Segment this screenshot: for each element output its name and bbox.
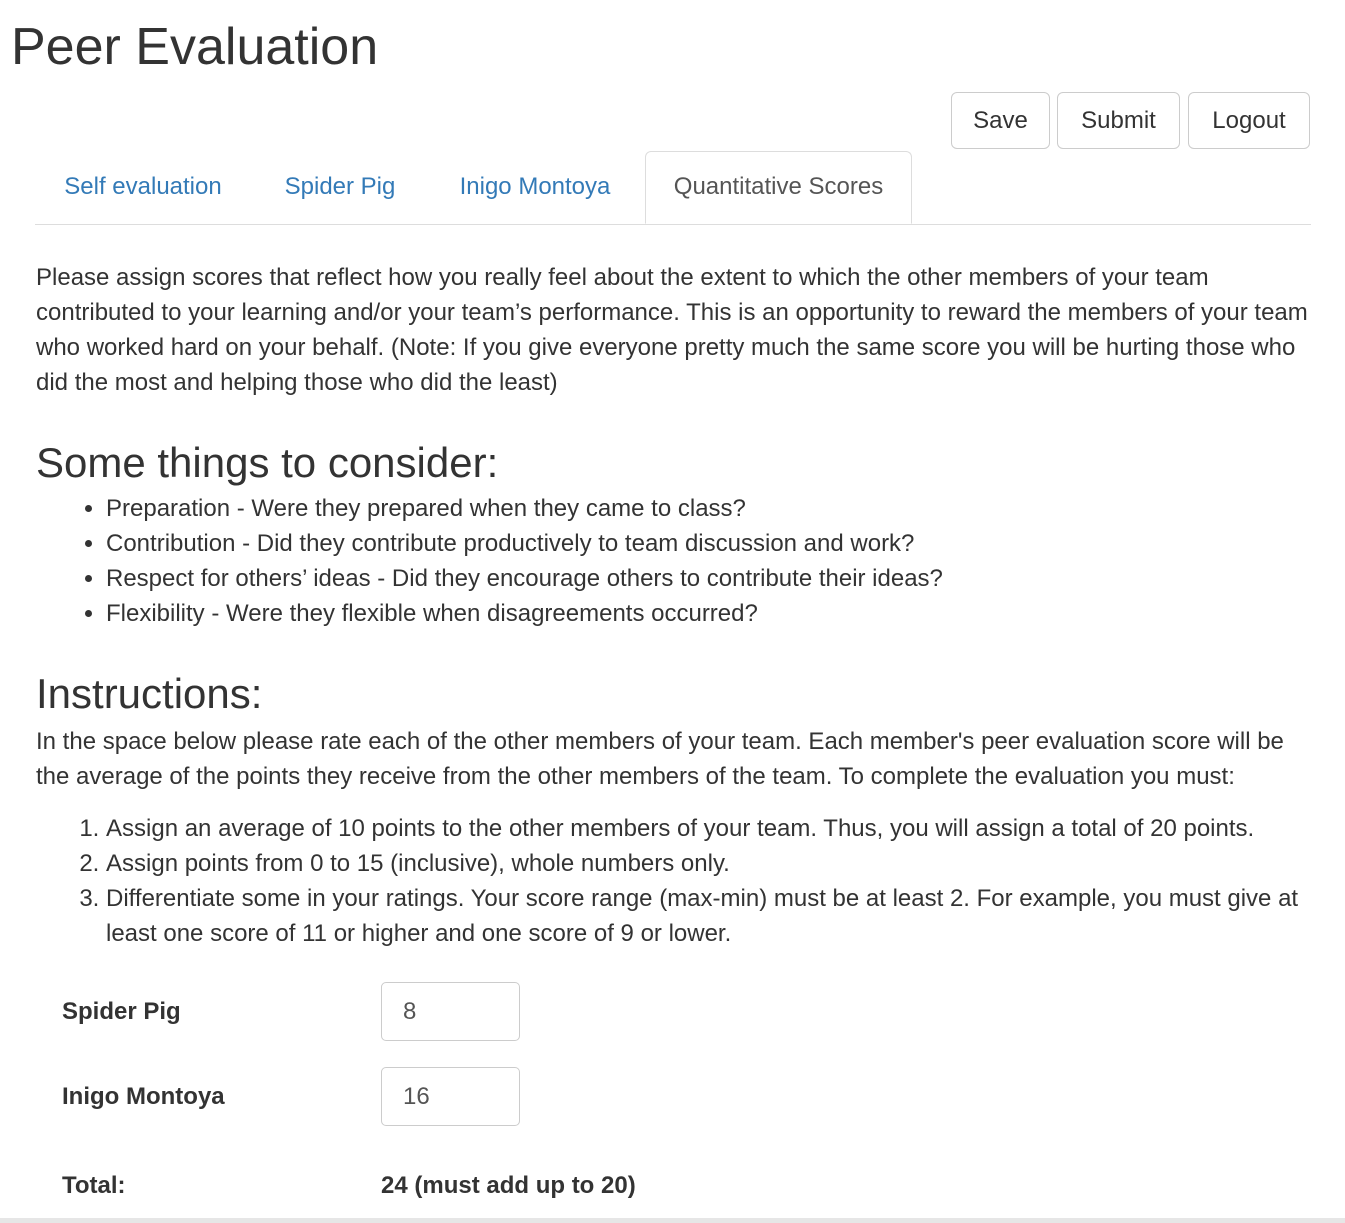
score-label-spider-pig: Spider Pig — [62, 998, 181, 1025]
tab-self-evaluation[interactable]: Self evaluation — [35, 151, 251, 223]
score-row-inigo-montoya: Inigo Montoya — [62, 1067, 662, 1126]
tab-quantitative-scores[interactable]: Quantitative Scores — [645, 151, 912, 224]
bottom-divider — [0, 1218, 1345, 1223]
consider-heading: Some things to consider: — [36, 439, 499, 486]
instructions-heading: Instructions: — [36, 670, 263, 717]
total-label: Total: — [62, 1172, 126, 1199]
total-row: Total: 24 (must add up to 20) — [62, 1166, 762, 1206]
list-item: Assign an average of 10 points to the ot… — [106, 811, 1316, 846]
list-item: Respect for others’ ideas - Did they enc… — [106, 561, 1316, 596]
spider-pig-score-input[interactable] — [381, 982, 520, 1041]
list-item: Preparation - Were they prepared when th… — [106, 491, 1316, 526]
score-row-spider-pig: Spider Pig — [62, 982, 662, 1041]
inigo-montoya-score-input[interactable] — [381, 1067, 520, 1126]
tab-bar: Self evaluation Spider Pig Inigo Montoya… — [35, 151, 1311, 225]
rules-list: Assign an average of 10 points to the ot… — [36, 811, 1316, 951]
logout-button[interactable]: Logout — [1188, 92, 1310, 149]
submit-button[interactable]: Submit — [1057, 92, 1180, 149]
consider-list: Preparation - Were they prepared when th… — [36, 491, 1316, 631]
list-item: Assign points from 0 to 15 (inclusive), … — [106, 846, 1316, 881]
score-label-inigo-montoya: Inigo Montoya — [62, 1083, 225, 1110]
save-button[interactable]: Save — [951, 92, 1050, 149]
tab-content: Please assign scores that reflect how yo… — [36, 260, 1316, 951]
instructions-text: In the space below please rate each of t… — [36, 728, 1284, 790]
page-title: Peer Evaluation — [11, 18, 379, 76]
tab-inigo-montoya[interactable]: Inigo Montoya — [438, 151, 632, 223]
tab-spider-pig[interactable]: Spider Pig — [265, 151, 415, 223]
list-item: Differentiate some in your ratings. Your… — [106, 881, 1316, 951]
intro-text: Please assign scores that reflect how yo… — [36, 264, 1308, 396]
total-value: 24 (must add up to 20) — [381, 1172, 636, 1199]
list-item: Flexibility - Were they flexible when di… — [106, 596, 1316, 631]
peer-evaluation-page: Peer Evaluation Save Submit Logout Self … — [0, 0, 1345, 1223]
list-item: Contribution - Did they contribute produ… — [106, 526, 1316, 561]
